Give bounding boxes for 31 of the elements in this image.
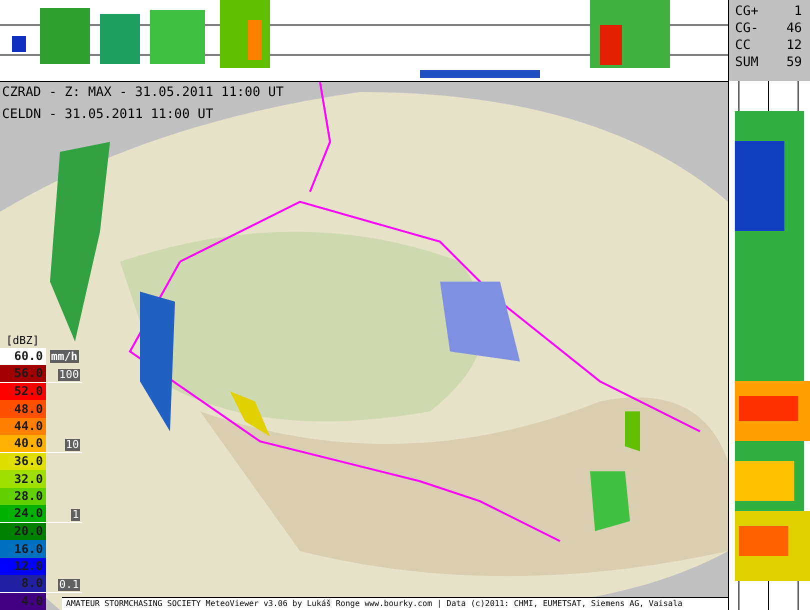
stat-value: 59 <box>786 54 802 71</box>
legend-swatch: 44.0 <box>0 418 46 435</box>
stat-value: 1 <box>794 3 802 20</box>
rain-rate-label: 0.1 <box>58 578 80 590</box>
legend-swatch: 12.0 <box>0 558 46 575</box>
rain-rate-label: 1 <box>71 508 80 520</box>
legend-swatch: 28.0 <box>0 488 46 505</box>
legend-swatch: 8.0 <box>0 575 46 592</box>
stat-value: 46 <box>786 20 802 37</box>
stat-value: 12 <box>786 37 802 54</box>
legend-swatch: 20.0 <box>0 522 46 540</box>
legend-swatch: 16.0 <box>0 540 46 558</box>
stat-label: SUM <box>735 54 758 71</box>
legend-swatch: 24.0 <box>0 505 46 522</box>
stat-label: CG- <box>735 20 758 37</box>
header-line: CZRAD - Z: MAX - 31.05.2011 11:00 UT <box>2 84 284 102</box>
legend-swatch: 40.0 <box>0 435 46 452</box>
stat-label: CG+ <box>735 3 758 20</box>
legend-unit: [dBZ] <box>5 334 40 348</box>
credits-bar: AMATEUR STORMCHASING SOCIETY MeteoViewer v3.06 by Lukáš Ronge www.bourky.com | Data (c)2011: CHMI, EUMETSAT, Siemens AG, Vaisala <box>62 597 728 610</box>
header-line: CELDN - 31.05.2011 11:00 UT <box>2 106 214 124</box>
legend-swatch: 56.0 <box>0 365 46 382</box>
rain-rate-label: 100 <box>58 368 80 380</box>
legend-swatch: 32.0 <box>0 470 46 488</box>
legend-swatch: 60.0 <box>0 348 46 365</box>
legend-swatch: 48.0 <box>0 400 46 418</box>
legend-swatch: 36.0 <box>0 452 46 470</box>
stat-label: CC <box>735 37 751 54</box>
legend-swatch: 52.0 <box>0 382 46 400</box>
legend-swatch: 4.0 <box>0 592 46 610</box>
rain-rate-unit: mm/h <box>50 350 78 362</box>
